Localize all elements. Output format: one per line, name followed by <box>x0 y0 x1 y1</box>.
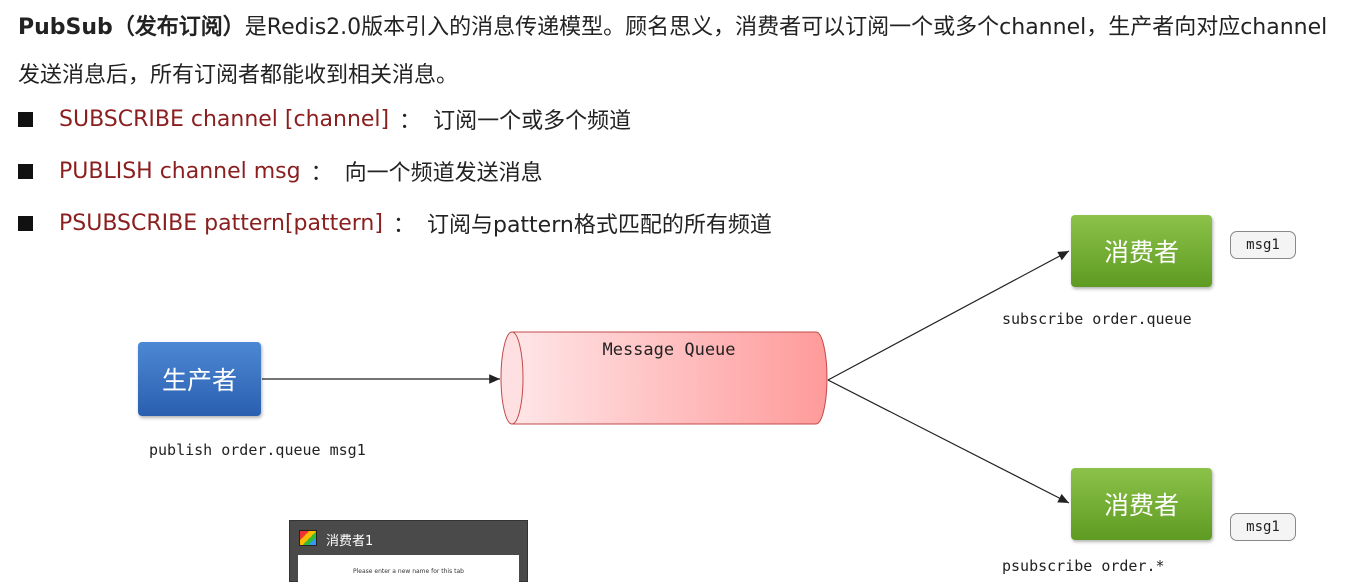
rename-tab-dialog[interactable]: 消费者1 Please enter a new name for this ta… <box>289 520 528 585</box>
consumer-box-2: 消费者 <box>1071 468 1212 540</box>
dialog-title: 消费者1 <box>326 534 374 549</box>
queue-to-consumer2-arrow <box>827 379 1070 504</box>
consumer-1-caption: subscribe order.queue <box>1002 310 1192 328</box>
consumer-box-1: 消费者 <box>1071 215 1212 287</box>
consumer-2-message-badge: msg1 <box>1230 513 1296 541</box>
producer-box: 生产者 <box>138 342 261 416</box>
consumer-1-message-badge: msg1 <box>1230 231 1296 259</box>
dialog-prompt: Please enter a new name for this tab <box>353 568 464 575</box>
producer-caption: publish order.queue msg1 <box>149 441 366 459</box>
app-icon <box>299 530 317 546</box>
consumer-2-caption: psubscribe order.* <box>1002 557 1165 575</box>
queue-label: Message Queue <box>602 340 735 360</box>
dialog-body: Please enter a new name for this tab <box>298 555 519 585</box>
